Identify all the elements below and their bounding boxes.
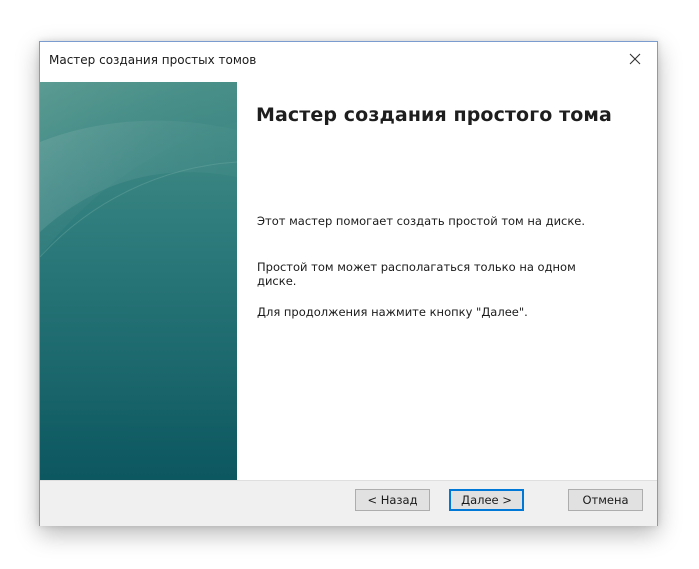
title-bar: Мастер создания простых томов (40, 42, 657, 82)
wizard-window: Мастер создания простых томов Мастер соз… (39, 41, 658, 526)
intro-paragraph: Этот мастер помогает создать простой том… (257, 214, 586, 228)
cancel-button[interactable]: Отмена (568, 489, 643, 511)
next-button[interactable]: Далее > (449, 489, 524, 511)
back-button[interactable]: < Назад (355, 489, 430, 511)
close-button[interactable] (613, 42, 657, 76)
close-icon (629, 53, 641, 65)
button-bar: < Назад Далее > Отмена (40, 480, 657, 526)
wizard-side-banner (40, 82, 237, 480)
instruction-paragraph: Для продолжения нажмите кнопку "Далее". (257, 305, 528, 319)
window-title: Мастер создания простых томов (49, 53, 257, 67)
wizard-content: Мастер создания простого тома Этот масте… (237, 82, 657, 480)
wizard-heading: Мастер создания простого тома (256, 104, 612, 126)
description-paragraph: Простой том может располагаться только н… (257, 260, 576, 288)
